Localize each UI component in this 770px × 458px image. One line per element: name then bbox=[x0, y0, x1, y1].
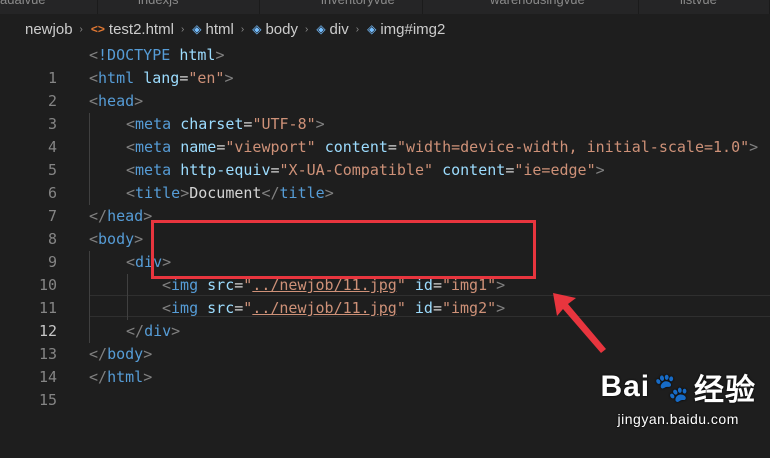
annotation-highlight-box bbox=[151, 220, 536, 279]
watermark-url: jingyan.baidu.com bbox=[617, 411, 739, 427]
chevron-right-icon: › bbox=[355, 23, 360, 35]
tab-listvue[interactable]: listvue bbox=[640, 0, 770, 14]
chevron-right-icon: › bbox=[240, 23, 245, 35]
code-line: 5 <meta name="viewport" content="width=d… bbox=[0, 136, 770, 179]
code-line: 7 <title>Document</title> bbox=[0, 182, 770, 225]
code-line: 2 <html lang="en"> bbox=[0, 67, 770, 110]
cube-icon: ◈ bbox=[192, 22, 202, 36]
breadcrumb-item-div[interactable]: div bbox=[330, 21, 349, 38]
code-line: 4 <meta charset="UTF-8"> bbox=[0, 113, 770, 156]
baidu-jingyan-watermark: Bai 🐾 经验 jingyan.baidu.com bbox=[600, 365, 756, 427]
chevron-right-icon: › bbox=[180, 23, 185, 35]
chevron-right-icon: › bbox=[304, 23, 309, 35]
chevron-right-icon: › bbox=[79, 23, 83, 35]
tab-indexjs[interactable]: indexjs bbox=[98, 0, 260, 14]
breadcrumb-item-newjob[interactable]: newjob bbox=[25, 21, 73, 38]
tab-warehousingvue[interactable]: warehousingvue bbox=[424, 0, 639, 14]
editor-tab-strip: adaivue indexjs inventoryvue warehousing… bbox=[0, 0, 770, 14]
breadcrumb-item-file[interactable]: test2.html bbox=[109, 21, 174, 38]
code-line: 13 </div> bbox=[0, 320, 770, 363]
watermark-logo: Bai 🐾 经验 bbox=[600, 370, 756, 407]
code-line: 6 <meta http-equiv="X-UA-Compatible" con… bbox=[0, 159, 770, 202]
breadcrumb-item-body[interactable]: body bbox=[265, 21, 298, 38]
code-line: 12 <img src="../newjob/11.jpg" id="img2"… bbox=[0, 297, 770, 340]
tab-adaivue[interactable]: adaivue bbox=[0, 0, 98, 14]
code-line: 1 <!DOCTYPE html> bbox=[0, 44, 770, 87]
breadcrumb-item-img[interactable]: img#img2 bbox=[380, 21, 445, 38]
html-file-icon: <> bbox=[90, 22, 105, 36]
code-line: 14 </body> bbox=[0, 343, 770, 386]
breadcrumb-item-html[interactable]: html bbox=[206, 21, 234, 38]
code-line: 3 <head> bbox=[0, 90, 770, 133]
cube-icon: ◈ bbox=[252, 22, 262, 36]
cube-icon: ◈ bbox=[367, 22, 377, 36]
line-number: 15 bbox=[38, 391, 57, 409]
annotation-arrow-icon bbox=[553, 293, 606, 353]
cube-icon: ◈ bbox=[316, 22, 326, 36]
tab-inventoryvue[interactable]: inventoryvue bbox=[261, 0, 423, 14]
paw-icon: 🐾 bbox=[654, 371, 690, 403]
breadcrumb: newjob › <> test2.html › ◈ html › ◈ body… bbox=[0, 14, 770, 44]
